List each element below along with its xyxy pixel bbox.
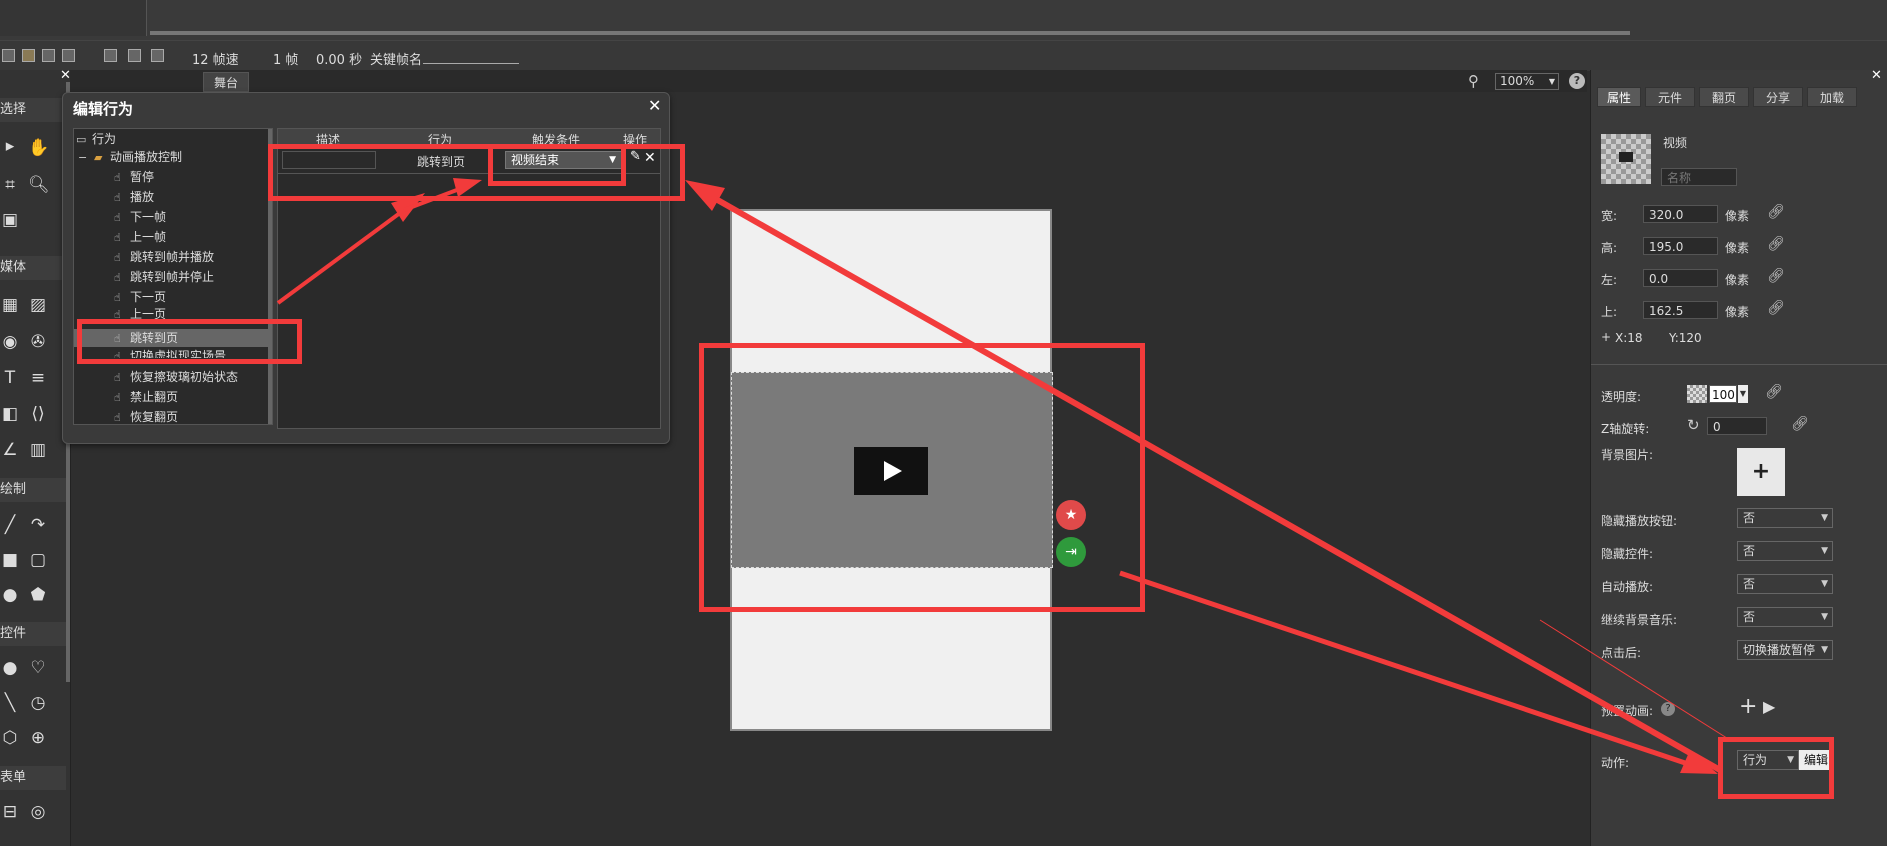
annotation-arrows — [276, 178, 1731, 774]
arrowhead — [453, 178, 482, 197]
arrow-line — [276, 208, 406, 305]
arrowhead — [685, 180, 725, 211]
arrow-line — [1119, 570, 1701, 771]
arrow-line — [698, 187, 1722, 773]
